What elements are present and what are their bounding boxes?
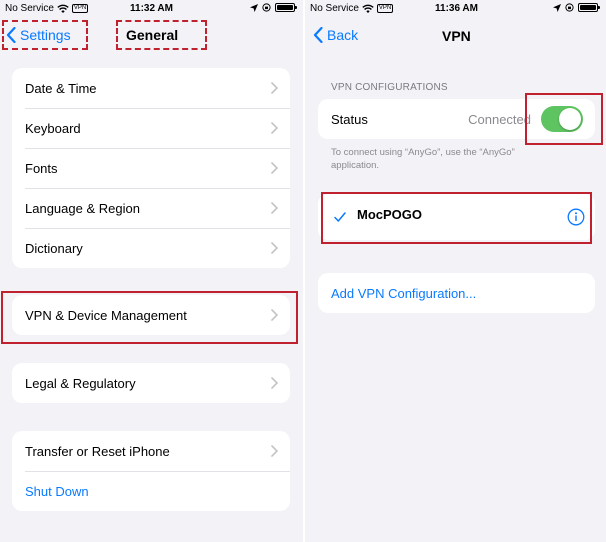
highlight-box-vpn-item xyxy=(321,192,592,244)
status-label: Status xyxy=(331,111,368,127)
battery-icon xyxy=(275,3,297,12)
row-legal-regulatory[interactable]: Legal & Regulatory xyxy=(12,363,290,403)
settings-group-general: Date & Time Keyboard Fonts Language & Re… xyxy=(12,68,290,268)
row-transfer-reset[interactable]: Transfer or Reset iPhone xyxy=(12,431,290,471)
row-language-region[interactable]: Language & Region xyxy=(12,188,290,228)
back-button-settings[interactable]: Settings xyxy=(2,20,88,50)
row-label: Transfer or Reset iPhone xyxy=(25,443,170,459)
chevron-right-icon xyxy=(271,122,278,134)
carrier-label: No Service xyxy=(310,3,359,14)
row-date-time[interactable]: Date & Time xyxy=(12,68,290,108)
chevron-left-icon xyxy=(313,27,323,43)
chevron-left-icon xyxy=(6,27,16,43)
vpn-screen: No Service VPN 11:36 AM Back VPN VPN CON… xyxy=(305,0,606,542)
battery-icon xyxy=(578,3,600,12)
highlight-box-vpn-row xyxy=(1,291,298,344)
row-label: Shut Down xyxy=(25,483,89,499)
row-label: Keyboard xyxy=(25,120,81,136)
wifi-icon xyxy=(57,4,69,13)
section-header-vpn-configurations: VPN CONFIGURATIONS xyxy=(331,82,448,93)
row-label: Date & Time xyxy=(25,80,97,96)
chevron-right-icon xyxy=(271,202,278,214)
status-time: 11:36 AM xyxy=(435,3,478,14)
orientation-lock-icon xyxy=(262,3,271,12)
chevron-right-icon xyxy=(271,82,278,94)
back-label: Back xyxy=(327,27,359,43)
nav-bar: Settings General xyxy=(0,20,303,52)
status-bar: No Service VPN 11:32 AM xyxy=(0,0,303,18)
add-vpn-configuration-button[interactable]: Add VPN Configuration... xyxy=(318,273,595,313)
status-bar: No Service VPN 11:36 AM xyxy=(305,0,606,18)
back-button[interactable]: Back xyxy=(313,27,358,43)
settings-group-reset: Transfer or Reset iPhone Shut Down xyxy=(12,431,290,511)
back-label: Settings xyxy=(20,27,71,43)
row-dictionary[interactable]: Dictionary xyxy=(12,228,290,268)
vpn-badge: VPN xyxy=(376,4,394,13)
vpn-badge: VPN xyxy=(71,4,89,13)
location-arrow-icon xyxy=(250,3,258,12)
wifi-icon xyxy=(362,4,374,13)
footnote-line: To connect using “AnyGo”, use the “AnyGo… xyxy=(331,147,515,158)
row-label: Legal & Regulatory xyxy=(25,375,136,391)
vpn-footnote: To connect using “AnyGo”, use the “AnyGo… xyxy=(331,146,515,172)
page-title: General xyxy=(116,20,207,50)
add-config-group: Add VPN Configuration... xyxy=(318,273,595,313)
add-config-label: Add VPN Configuration... xyxy=(331,285,477,301)
location-arrow-icon xyxy=(553,3,561,12)
page-title: VPN xyxy=(442,28,471,44)
highlight-box-toggle xyxy=(525,93,603,145)
row-fonts[interactable]: Fonts xyxy=(12,148,290,188)
settings-group-legal: Legal & Regulatory xyxy=(12,363,290,403)
row-label: Language & Region xyxy=(25,200,140,216)
orientation-lock-icon xyxy=(565,3,574,12)
footnote-line: application. xyxy=(331,160,380,171)
chevron-right-icon xyxy=(271,242,278,254)
chevron-right-icon xyxy=(271,162,278,174)
shut-down-button[interactable]: Shut Down xyxy=(12,471,290,511)
status-time: 11:32 AM xyxy=(130,3,173,14)
nav-bar: Back VPN xyxy=(305,20,606,52)
row-keyboard[interactable]: Keyboard xyxy=(12,108,290,148)
row-label: Dictionary xyxy=(25,240,83,256)
row-label: Fonts xyxy=(25,160,58,176)
carrier-label: No Service xyxy=(5,3,54,14)
status-value: Connected xyxy=(468,111,531,127)
chevron-right-icon xyxy=(271,445,278,457)
general-settings-screen: No Service VPN 11:32 AM Settings General… xyxy=(0,0,303,542)
chevron-right-icon xyxy=(271,377,278,389)
